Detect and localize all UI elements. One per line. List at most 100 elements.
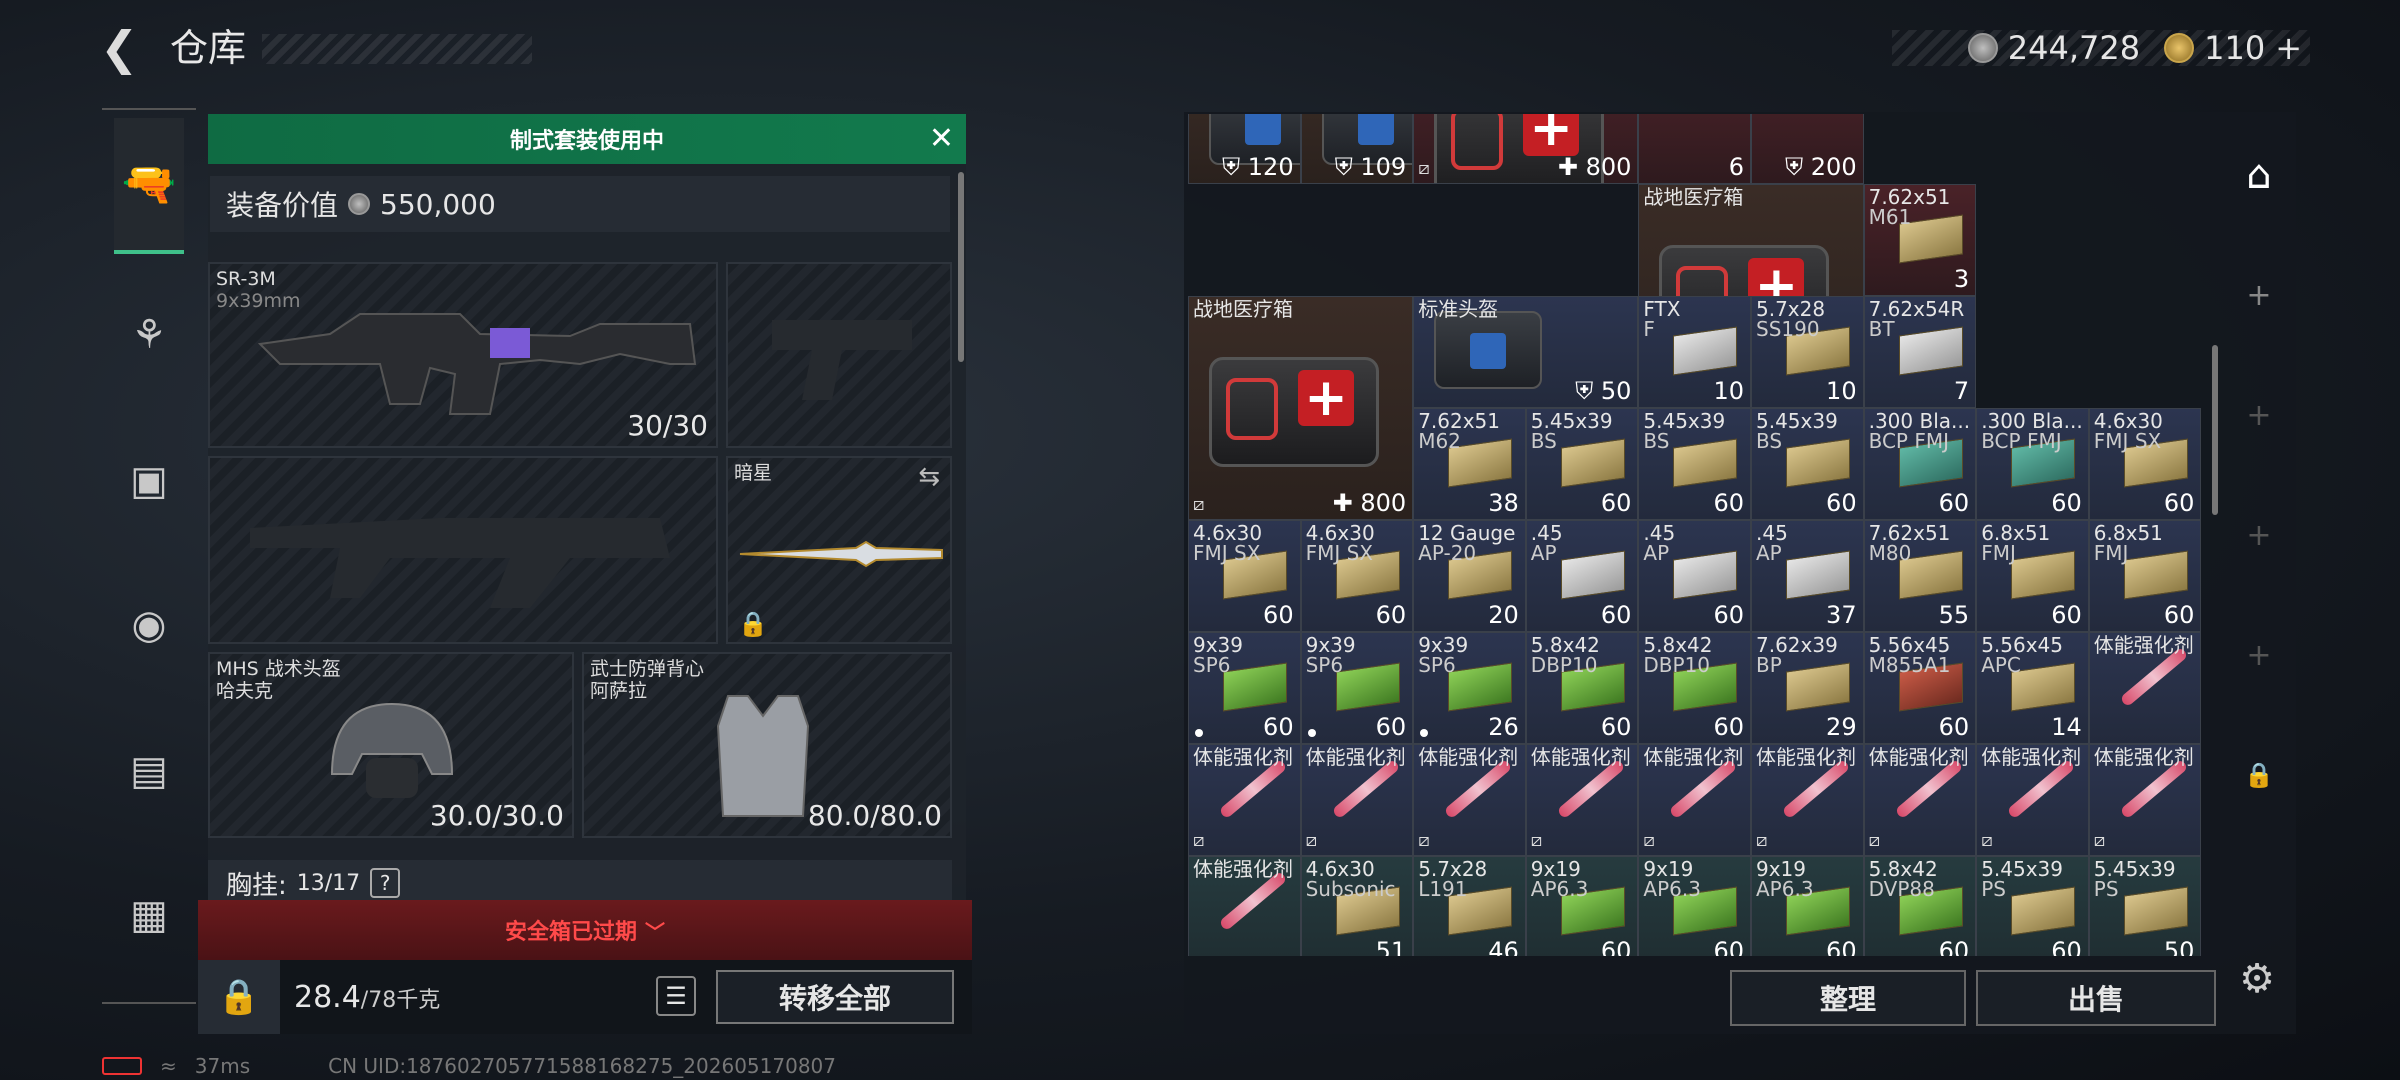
item-label: 5.7x28 <box>1418 857 1488 881</box>
item-count: 60 <box>2051 601 2082 629</box>
medkit-icon <box>1209 357 1379 467</box>
plus-icon[interactable]: + <box>2236 512 2282 558</box>
stash-item[interactable]: 5.45x39 BS 60 <box>1525 408 1639 520</box>
stash-item[interactable]: .300 Bla... BCP FMJ 60 <box>1976 408 2089 520</box>
nav-weapons[interactable]: 🔫 <box>114 118 184 254</box>
stash-item[interactable]: 9x19 AP6.3 60 <box>1525 856 1639 956</box>
stash-item[interactable]: 体能强化剂 ⧄ <box>1638 744 1751 856</box>
nav-briefcase[interactable]: ▦ <box>112 878 186 952</box>
stash-item[interactable]: ⛨ 200 <box>1751 114 1864 184</box>
stash-item[interactable]: 体能强化剂 ⧄ <box>1863 744 1977 856</box>
stash-item[interactable]: ⛨ 120 <box>1188 114 1301 184</box>
stash-item[interactable]: 5.45x39 PS 60 <box>1976 856 2089 956</box>
stash-item[interactable]: 6.8x51 FMJ 60 <box>1976 520 2089 632</box>
stash-item[interactable]: 标准头盔 ⛨ 50 <box>1413 296 1639 408</box>
stash-item[interactable]: 9x39 SP6 60 <box>1188 632 1301 744</box>
item-sublabel: SP6 <box>1193 653 1231 677</box>
stash-item[interactable]: .45 AP 60 <box>1525 520 1639 632</box>
stash-item[interactable]: 体能强化剂 <box>2088 632 2202 744</box>
sidearm-slot[interactable] <box>726 262 952 448</box>
item-sublabel: M855A1 <box>1868 653 1951 677</box>
loadout-nav: 🔫 ⚘ ▣ ◉ ▤ ▦ <box>102 108 196 1008</box>
stash-item[interactable]: 4.6x30 FMJ SX 60 <box>1188 520 1301 632</box>
armor-slot[interactable]: 武士防弹背心 阿萨拉 80.0/80.0 <box>582 652 952 838</box>
item-label: 5.56x45 <box>1868 633 1951 657</box>
nav-armor[interactable]: ⚘ <box>112 298 186 372</box>
stash-item[interactable]: 5.45x39 BS 60 <box>1751 408 1864 520</box>
ammo-box-icon <box>1673 438 1738 488</box>
locker-icon[interactable]: ⌂ <box>2236 152 2282 198</box>
plus-icon[interactable]: + <box>2236 392 2282 438</box>
item-sublabel: FMJ <box>1981 541 2016 565</box>
stash-item[interactable]: 5.45x39 PS 50 <box>2088 856 2202 956</box>
gear-icon[interactable]: ⚙ <box>2232 954 2282 1004</box>
stash-item[interactable]: .45 AP 37 <box>1751 520 1864 632</box>
help-icon[interactable]: ? <box>370 868 401 898</box>
stash-item[interactable]: 体能强化剂 ⧄ <box>1188 744 1301 856</box>
secondary-weapon-slot[interactable] <box>208 456 718 644</box>
stash-item[interactable]: .45 AP 60 <box>1638 520 1751 632</box>
stash-item[interactable]: FTX F 10 <box>1638 296 1751 408</box>
stash-item[interactable]: 4.6x30 Subsonic 51 <box>1300 856 1414 956</box>
close-icon[interactable]: ✕ <box>929 122 954 156</box>
primary-weapon-slot[interactable]: SR-3M 9x39mm 30/30 <box>208 262 718 448</box>
stash-item[interactable]: 5.8x42 DVP88 60 <box>1863 856 1977 956</box>
stash-item[interactable]: 体能强化剂 ⧄ <box>1413 744 1526 856</box>
stash-item[interactable]: 9x39 SP6 26 <box>1413 632 1526 744</box>
back-button[interactable]: ❮ <box>100 22 148 74</box>
bag-icon <box>1434 311 1543 389</box>
stash-item[interactable]: 7.62x39 BP 29 <box>1751 632 1864 744</box>
no-drop-icon: ⧄ <box>1418 158 1430 179</box>
stash-item[interactable]: 体能强化剂 ⧄ <box>1976 744 2089 856</box>
sell-button[interactable]: 出售 <box>1976 970 2216 1026</box>
loadout-scrollbar[interactable] <box>958 172 964 362</box>
stash-item[interactable]: 5.8x42 DBP10 60 <box>1525 632 1639 744</box>
stash-item[interactable]: 12 Gauge AP-20 20 <box>1413 520 1526 632</box>
nav-backpack[interactable]: ▣ <box>112 444 186 518</box>
stash-item[interactable]: 7.62x54R BT 7 <box>1863 296 1977 408</box>
stash-item[interactable]: .300 Bla... BCP FMJ 60 <box>1863 408 1977 520</box>
stash-item[interactable]: 7.62x51 M80 55 <box>1863 520 1977 632</box>
stash-item[interactable]: 9x39 SP6 60 <box>1300 632 1414 744</box>
safebox-expired-banner[interactable]: 安全箱已过期 ﹀ <box>198 900 972 960</box>
stash-item[interactable]: 5.8x42 DBP10 60 <box>1638 632 1751 744</box>
stash-item[interactable]: AP6 <box>1638 114 1751 184</box>
stash-item[interactable]: ⛨ 109 <box>1300 114 1414 184</box>
stash-item[interactable]: 体能强化剂 ⧄ <box>1751 744 1864 856</box>
nav-clipboard[interactable]: ▤ <box>112 734 186 808</box>
stash-item[interactable]: 6.8x51 FMJ 60 <box>2088 520 2202 632</box>
stash-item[interactable]: 4.6x30 FMJ SX 60 <box>2088 408 2202 520</box>
stash-item[interactable]: 5.45x39 BS 60 <box>1638 408 1751 520</box>
swap-icon[interactable]: ⇆ <box>918 462 940 492</box>
list-icon[interactable]: ☰ <box>656 976 696 1016</box>
item-count: 60 <box>1938 713 1970 741</box>
sort-button[interactable]: 整理 <box>1730 970 1966 1026</box>
stash-item[interactable]: 7.62x51 M62 38 <box>1413 408 1526 520</box>
stash-item[interactable]: 5.56x45 APC 14 <box>1976 632 2089 744</box>
item-label: 12 Gauge <box>1418 521 1516 545</box>
stash-item[interactable]: 5.56x45 M855A1 60 <box>1863 632 1977 744</box>
stash-item[interactable]: 4.6x30 FMJ SX 60 <box>1300 520 1414 632</box>
stash-item[interactable]: 5.7x28 SS190 10 <box>1751 296 1864 408</box>
plus-icon[interactable]: + <box>2236 632 2282 678</box>
stash-item[interactable]: 9x19 AP6.3 60 <box>1751 856 1864 956</box>
topup-button[interactable]: + <box>2275 29 2302 67</box>
melee-slot[interactable]: 暗星 ⇆ 🔒 <box>726 456 952 644</box>
stash-item[interactable]: 战地医疗箱 ✚ 800 ⧄ <box>1188 296 1414 520</box>
nav-pouch[interactable]: ◉ <box>112 588 186 662</box>
stash-item[interactable]: 9x19 AP6.3 60 <box>1638 856 1751 956</box>
stash-scrollbar[interactable] <box>2212 345 2218 515</box>
stash-item[interactable]: 体能强化剂 <box>1188 856 1301 956</box>
stash-item[interactable]: ✚ 800 ⧄ <box>1413 114 1639 184</box>
plus-icon[interactable]: + <box>2236 272 2282 318</box>
stash-item[interactable]: 体能强化剂 ⧄ <box>1300 744 1414 856</box>
item-count: 7 <box>1953 377 1970 405</box>
stash-item[interactable]: 7.62x51 M61 3 <box>1863 184 1977 296</box>
stash-item[interactable]: 体能强化剂 ⧄ <box>2088 744 2202 856</box>
item-sublabel: DVP88 <box>1868 877 1935 901</box>
transfer-all-button[interactable]: 转移全部 <box>716 970 954 1024</box>
helmet-slot[interactable]: MHS 战术头盔 哈夫克 30.0/30.0 <box>208 652 574 838</box>
lock-icon[interactable]: 🔒 <box>2236 752 2282 798</box>
stash-item[interactable]: 5.7x28 L191 46 <box>1413 856 1526 956</box>
stash-item[interactable]: 体能强化剂 ⧄ <box>1525 744 1639 856</box>
